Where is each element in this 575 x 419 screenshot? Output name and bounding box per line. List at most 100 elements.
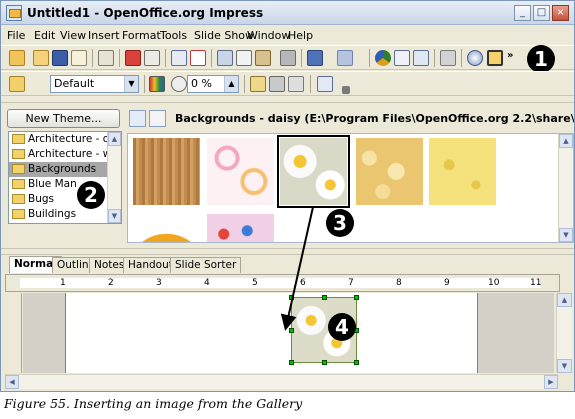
detailed-view-button[interactable] xyxy=(149,110,166,127)
grid-icon[interactable] xyxy=(440,50,456,66)
transparency-value: 0 % xyxy=(191,77,212,90)
gallery-splitter[interactable] xyxy=(1,248,574,255)
area-icon[interactable] xyxy=(269,76,285,92)
theme-list-scrollbar[interactable]: ▲ ▼ xyxy=(107,132,121,223)
thumbnail-wood[interactable] xyxy=(133,138,200,205)
toolbar-overflow-chevron-icon[interactable]: » xyxy=(507,50,517,66)
ruler-track: 1 2 3 4 5 6 7 8 9 10 11 xyxy=(20,278,541,288)
gallery-panel: New Theme... Architecture - over Archite… xyxy=(1,102,574,248)
thumbnail-orange[interactable] xyxy=(133,214,200,242)
theme-item-architecture-wind[interactable]: Architecture - wind xyxy=(9,147,121,162)
slide[interactable] xyxy=(65,293,478,373)
line-icon[interactable] xyxy=(250,76,266,92)
area-color-icon[interactable] xyxy=(149,76,165,92)
ruler-number: 9 xyxy=(444,278,450,288)
menu-edit[interactable]: Edit xyxy=(34,29,55,42)
gallery-scrollbar[interactable]: ▲ ▼ xyxy=(558,134,573,242)
menu-file[interactable]: File xyxy=(7,29,25,42)
toolbar-separator xyxy=(165,49,166,67)
toolbar-end-icon xyxy=(342,86,350,94)
canvas-vertical-scrollbar[interactable]: ▲ ▼ xyxy=(556,293,572,373)
selection-handle[interactable] xyxy=(354,295,359,300)
callout-1: 1 xyxy=(527,45,555,73)
paste-icon[interactable] xyxy=(255,50,271,66)
redo-icon[interactable] xyxy=(337,50,353,66)
save-icon[interactable] xyxy=(52,50,68,66)
menu-format[interactable]: Format xyxy=(122,29,161,42)
shadow-icon[interactable] xyxy=(288,76,304,92)
open-folder-icon[interactable] xyxy=(33,50,49,66)
toolbar-separator xyxy=(301,49,302,67)
transparency-combo[interactable]: 0 % ▲ xyxy=(187,75,239,93)
horizontal-ruler[interactable]: 1 2 3 4 5 6 7 8 9 10 11 xyxy=(5,274,560,292)
spin-arrow-icon[interactable]: ▲ xyxy=(224,76,238,92)
export-pdf-icon[interactable] xyxy=(125,50,141,66)
thumbnail-cheese[interactable] xyxy=(429,138,496,205)
chart-icon[interactable] xyxy=(375,50,391,66)
show-draw-functions-icon[interactable] xyxy=(413,50,429,66)
menu-slide-show[interactable]: Slide Show xyxy=(194,29,254,42)
theme-item-architecture-over[interactable]: Architecture - over xyxy=(9,132,121,147)
scroll-right-icon[interactable]: ▶ xyxy=(544,375,558,389)
format-paintbrush-icon[interactable] xyxy=(280,50,296,66)
menu-view[interactable]: View xyxy=(60,29,86,42)
folder-icon xyxy=(12,194,25,204)
theme-item-buildings[interactable]: Buildings xyxy=(9,207,121,222)
canvas-horizontal-scrollbar[interactable]: ◀ ▶ xyxy=(5,374,558,389)
rotate-icon[interactable] xyxy=(317,76,333,92)
selection-handle[interactable] xyxy=(354,360,359,365)
menu-window[interactable]: Window xyxy=(247,29,290,42)
new-document-icon[interactable] xyxy=(9,50,25,66)
cut-icon[interactable] xyxy=(217,50,233,66)
selection-handle[interactable] xyxy=(289,295,294,300)
scroll-down-icon[interactable]: ▼ xyxy=(559,228,573,242)
spellcheck-icon[interactable] xyxy=(171,50,187,66)
undo-icon[interactable] xyxy=(307,50,323,66)
thumbnail-candy[interactable] xyxy=(207,214,274,242)
menu-tools[interactable]: Tools xyxy=(160,29,187,42)
menu-help[interactable]: Help xyxy=(288,29,313,42)
close-button[interactable]: × xyxy=(552,5,569,21)
selection-handle[interactable] xyxy=(322,360,327,365)
callout-4: 4 xyxy=(328,313,356,341)
gallery-icon[interactable] xyxy=(487,50,503,66)
menu-insert[interactable]: Insert xyxy=(88,29,120,42)
scroll-up-icon[interactable]: ▲ xyxy=(557,293,572,307)
vertical-ruler[interactable] xyxy=(5,293,22,373)
table-icon[interactable] xyxy=(394,50,410,66)
thumbnail-daisy[interactable] xyxy=(277,135,350,208)
line-filling-toolbar: Default ▼ 0 % ▲ xyxy=(1,71,574,96)
thumbnail-popcorn[interactable] xyxy=(356,138,423,205)
navigator-icon[interactable] xyxy=(467,50,483,66)
email-icon[interactable] xyxy=(71,50,87,66)
ruler-number: 3 xyxy=(156,278,162,288)
theme-list[interactable]: Architecture - over Architecture - wind … xyxy=(8,131,122,224)
minimize-button[interactable]: _ xyxy=(514,5,531,21)
scroll-up-icon[interactable]: ▲ xyxy=(108,132,121,146)
toolbar-separator xyxy=(119,49,120,67)
ruler-number: 5 xyxy=(252,278,258,288)
new-theme-button[interactable]: New Theme... xyxy=(7,109,120,128)
tab-slide-sorter[interactable]: Slide Sorter xyxy=(170,257,242,273)
style-combo[interactable]: Default ▼ xyxy=(50,75,139,93)
thumbnail-pink-rings[interactable] xyxy=(207,138,274,205)
scroll-up-icon[interactable]: ▲ xyxy=(559,134,573,148)
theme-item-backgrounds[interactable]: Backgrounds xyxy=(9,162,121,177)
scroll-left-icon[interactable]: ◀ xyxy=(5,375,19,389)
print-icon[interactable] xyxy=(144,50,160,66)
scroll-down-icon[interactable]: ▼ xyxy=(557,359,572,373)
edit-file-icon[interactable] xyxy=(98,50,114,66)
ruler-number: 8 xyxy=(396,278,402,288)
standard-toolbar: » 1 xyxy=(1,45,574,73)
icon-view-button[interactable] xyxy=(129,110,146,127)
copy-icon[interactable] xyxy=(236,50,252,66)
selection-handle[interactable] xyxy=(289,360,294,365)
scroll-down-icon[interactable]: ▼ xyxy=(108,209,121,223)
selection-handle[interactable] xyxy=(289,328,294,333)
gallery-theme-path: Backgrounds - daisy (E:\Program Files\Op… xyxy=(175,112,575,125)
autospellcheck-icon[interactable] xyxy=(190,50,206,66)
chevron-down-icon[interactable]: ▼ xyxy=(124,76,138,92)
selection-handle[interactable] xyxy=(322,295,327,300)
select-arrow-icon[interactable] xyxy=(9,76,25,92)
maximize-button[interactable]: □ xyxy=(533,5,550,21)
